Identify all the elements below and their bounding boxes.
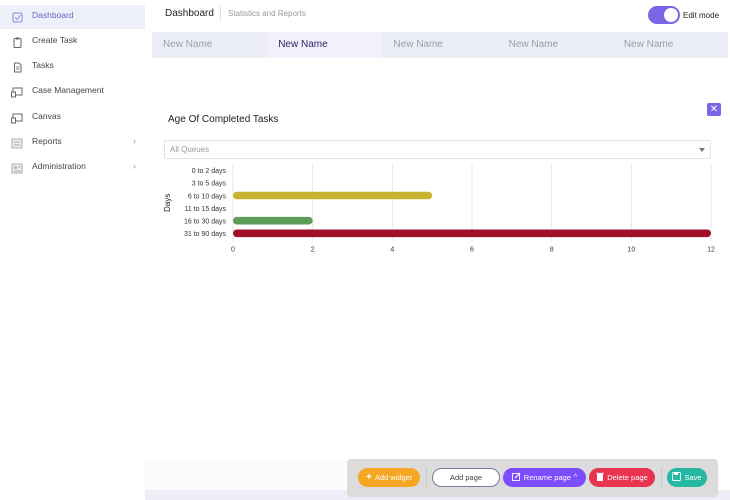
toggle-knob	[664, 8, 678, 22]
chevron-down-icon	[699, 148, 705, 152]
sidebar-item-label: Tasks	[32, 60, 54, 70]
action-bar: + Add widget Add page Rename page ^ Dele…	[347, 459, 718, 497]
bar	[233, 191, 433, 200]
add-widget-label: Add widget	[374, 473, 412, 482]
clipboard-icon	[11, 36, 23, 48]
trash-icon	[596, 472, 605, 483]
sidebar-item-administration[interactable]: Administration ›	[0, 156, 145, 180]
sidebar-item-canvas[interactable]: Canvas	[0, 106, 145, 130]
bar	[233, 216, 313, 225]
tab-page-5[interactable]: New Name	[613, 32, 728, 58]
save-label: Save	[684, 473, 702, 482]
bar	[233, 229, 711, 238]
monitor-icon	[11, 112, 23, 124]
category-label: 16 to 30 days	[184, 219, 227, 226]
sidebar-item-create-task[interactable]: Create Task	[0, 30, 145, 54]
category-label: 6 to 10 days	[188, 193, 227, 200]
edit-icon	[511, 472, 521, 483]
category-label: 11 to 15 days	[184, 206, 226, 213]
sidebar: Dashboard Create Task Tasks Case Managem…	[0, 0, 145, 500]
sidebar-item-label: Create Task	[32, 35, 78, 45]
y-axis-label: Days	[163, 194, 172, 212]
admin-icon	[11, 162, 23, 174]
close-widget-button[interactable]: ✕	[707, 103, 721, 116]
close-icon: ✕	[709, 104, 719, 115]
tab-page-2[interactable]: New Name	[267, 32, 383, 58]
category-label: 0 to 2 days	[192, 168, 227, 175]
sidebar-item-tasks[interactable]: Tasks	[0, 55, 145, 79]
age-bar-chart: Days 0 to 2 days 3 to 5 days 6 to 10 days 11…	[163, 164, 715, 254]
edit-mode-toggle[interactable]	[648, 6, 680, 24]
document-icon	[11, 61, 23, 73]
bottom-panel	[145, 458, 345, 490]
page-subtitle: Statistics and Reports	[228, 9, 306, 18]
plus-icon: +	[366, 472, 372, 483]
category-label: 31 to 90 days	[184, 231, 227, 238]
sidebar-item-reports[interactable]: Reports ›	[0, 131, 145, 155]
header-divider	[220, 6, 221, 22]
tab-page-3[interactable]: New Name	[382, 32, 497, 58]
sidebar-item-label: Dashboard	[32, 10, 74, 20]
x-tick-label: 0	[231, 247, 235, 254]
page-header: Dashboard Statistics and Reports Edit mo…	[152, 0, 730, 30]
sidebar-item-dashboard[interactable]: Dashboard	[0, 5, 145, 29]
delete-page-label: Delete page	[607, 473, 648, 482]
tab-page-4[interactable]: New Name	[498, 32, 613, 58]
x-tick-label: 10	[627, 247, 635, 254]
chevron-right-icon: ›	[133, 161, 136, 171]
tab-page-1[interactable]: New Name	[152, 32, 267, 58]
category-label: 3 to 5 days	[192, 181, 227, 188]
queue-select[interactable]: All Queues	[164, 140, 711, 159]
separator	[426, 468, 427, 488]
sidebar-item-label: Canvas	[32, 111, 61, 121]
edit-mode-label: Edit mode	[683, 11, 720, 20]
x-tick-label: 12	[707, 247, 715, 254]
x-tick-label: 4	[390, 247, 394, 254]
x-tick-label: 6	[470, 247, 474, 254]
sidebar-item-case-management[interactable]: Case Management	[0, 80, 145, 104]
page-tabs: New Name New Name New Name New Name New …	[152, 32, 728, 58]
add-widget-button[interactable]: + Add widget	[358, 468, 420, 487]
monitor-icon	[11, 86, 23, 98]
rename-page-button[interactable]: Rename page ^	[503, 468, 586, 487]
x-tick-label: 2	[311, 247, 315, 254]
sidebar-item-label: Reports	[32, 136, 62, 146]
x-tick-label: 8	[550, 247, 554, 254]
report-icon	[11, 137, 23, 149]
chevron-up-icon: ^	[573, 474, 578, 481]
separator	[661, 468, 662, 488]
check-square-icon	[11, 11, 23, 23]
sidebar-item-label: Administration	[32, 161, 86, 171]
save-icon	[672, 472, 682, 483]
sidebar-item-label: Case Management	[32, 85, 104, 95]
chevron-right-icon: ›	[133, 136, 136, 146]
save-button[interactable]: Save	[667, 468, 707, 487]
add-page-button[interactable]: Add page	[432, 468, 500, 487]
delete-page-button[interactable]: Delete page	[589, 468, 655, 487]
add-page-label: Add page	[449, 473, 483, 482]
queue-select-value: All Queues	[170, 145, 210, 154]
rename-page-label: Rename page	[523, 473, 571, 482]
chart-title: Age Of Completed Tasks	[168, 114, 279, 125]
page-title: Dashboard	[165, 8, 214, 19]
